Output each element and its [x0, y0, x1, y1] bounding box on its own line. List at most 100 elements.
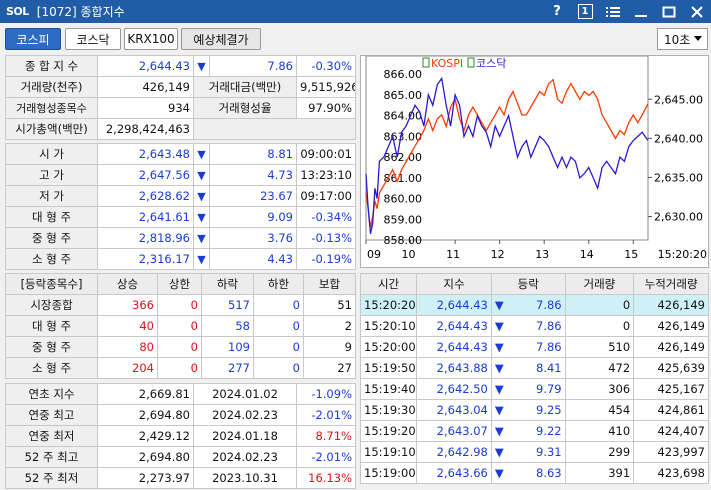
close-icon[interactable] — [683, 0, 711, 23]
table-row: 거래량(천주) 426,149 거래대금(백만) 9,515,926 — [5, 76, 356, 98]
breadth-downlimit: 0 — [253, 315, 304, 337]
yearly-rate: -1.09% — [296, 383, 356, 405]
yearly-label: 연중 최저 — [5, 425, 98, 447]
yearly-rate: 16.13% — [296, 467, 356, 489]
tick-cumulative: 425,167 — [633, 378, 709, 400]
table-row: 연중 최고 2,694.80 2024.02.23 -2.01% — [5, 404, 356, 426]
x-tick-label: 09 — [367, 248, 381, 261]
volume-value: 426,149 — [97, 76, 194, 98]
tick-change-cell: ▼ 9.25 — [490, 399, 566, 421]
price-label: 대 형 주 — [5, 206, 98, 228]
table-row: 중 형 주 2,818.96 ▼ 3.76 -0.13% — [5, 227, 356, 249]
breadth-downlimit: 0 — [253, 294, 304, 316]
table-row: 대 형 주 2,641.61 ▼ 9.09 -0.34% — [5, 206, 356, 228]
price-value: 2,647.56 — [97, 164, 194, 186]
yearly-label: 52 주 최고 — [5, 446, 98, 468]
minimize-icon[interactable] — [627, 0, 655, 23]
tick-change-cell: ▼ 7.86 — [490, 294, 566, 316]
left-tick-label: 863.00 — [384, 130, 423, 143]
table-row[interactable]: 15:19:50 2,643.88 ▼ 8.41 472 425,639 — [359, 357, 709, 379]
tick-change: 7.86 — [536, 298, 562, 312]
breadth-uplimit: 0 — [157, 357, 202, 379]
right-tick-label: 2,640.00 — [654, 132, 703, 145]
right-tick-label: 2,630.00 — [654, 211, 703, 224]
tick-change: 9.31 — [536, 445, 562, 459]
table-row: 중 형 주 80 0 109 0 9 — [5, 336, 356, 358]
table-row[interactable]: 15:20:00 2,644.43 ▼ 7.86 510 426,149 — [359, 336, 709, 358]
table-row[interactable]: 15:20:20 2,644.43 ▼ 7.86 0 426,149 — [359, 294, 709, 316]
tick-time: 15:20:00 — [359, 336, 418, 358]
price-label: 시 가 — [5, 143, 98, 165]
x-tick-label: 13 — [535, 248, 549, 261]
breadth-header: 상한 — [157, 273, 202, 295]
table-row[interactable]: 15:19:20 2,643.07 ▼ 9.22 410 424,407 — [359, 420, 709, 442]
tab-kospi[interactable]: 코스피 — [5, 28, 61, 50]
breadth-flat: 9 — [303, 336, 356, 358]
down-arrow-icon: ▼ — [193, 206, 210, 228]
trade-ratio-value: 97.90% — [296, 97, 356, 119]
tick-time: 15:19:10 — [359, 441, 418, 463]
trade-amount-value: 9,515,926 — [296, 76, 356, 98]
table-row[interactable]: 15:19:00 2,643.66 ▼ 8.63 391 423,698 — [359, 462, 709, 484]
x-tick-label: 10 — [402, 248, 416, 261]
yearly-value: 2,273.97 — [97, 467, 194, 489]
table-row: 소 형 주 204 0 277 0 27 — [5, 357, 356, 379]
intraday-chart: 866.00 865.00 864.00 863.00 862.00 861.00 860.… — [360, 55, 709, 268]
tick-cumulative: 423,997 — [633, 441, 709, 463]
yearly-date: 2024.01.18 — [193, 425, 297, 447]
price-extra: 09:17:00 — [296, 185, 356, 207]
tab-kosdaq[interactable]: 코스닥 — [65, 28, 121, 50]
table-row[interactable]: 15:19:30 2,643.04 ▼ 9.25 454 424,861 — [359, 399, 709, 421]
breadth-down: 58 — [201, 315, 254, 337]
legend-kosdaq-icon — [467, 57, 475, 68]
yearly-date: 2024.02.23 — [193, 446, 297, 468]
maximize-icon[interactable] — [655, 0, 683, 23]
screen-number-icon[interactable]: 1 — [571, 0, 599, 23]
tick-change-cell: ▼ 8.63 — [490, 462, 566, 484]
table-row: 연중 최저 2,429.12 2024.01.18 8.71% — [5, 425, 356, 447]
tick-change: 9.22 — [536, 424, 562, 438]
table-row: 시 가 2,643.48 ▼ 8.81 09:00:01 — [5, 143, 356, 165]
table-row: 종 합 지 수 2,644.43 ▼ 7.86 -0.30% — [5, 55, 356, 77]
price-change: 8.81 — [209, 143, 297, 165]
tick-time: 15:19:50 — [359, 357, 418, 379]
down-arrow-icon: ▼ — [494, 466, 504, 480]
x-tick-label: 15:20:20 — [658, 248, 707, 261]
breadth-downlimit: 0 — [253, 336, 304, 358]
tick-index: 2,642.50 — [416, 378, 492, 400]
price-label: 고 가 — [5, 164, 98, 186]
breadth-up: 366 — [97, 294, 158, 316]
tab-expected-price[interactable]: 예상체결가 — [181, 28, 261, 50]
empty-cell — [193, 118, 356, 140]
tick-cumulative: 424,407 — [633, 420, 709, 442]
tick-cumulative: 426,149 — [633, 336, 709, 358]
price-value: 2,316.17 — [97, 248, 194, 270]
interval-select[interactable]: 10초 — [657, 28, 708, 50]
tick-change: 7.86 — [536, 340, 562, 354]
table-row: 시장종합 366 0 517 0 51 — [5, 294, 356, 316]
table-row[interactable]: 15:19:10 2,642.98 ▼ 9.31 299 423,997 — [359, 441, 709, 463]
down-arrow-icon: ▼ — [193, 185, 210, 207]
help-icon[interactable]: ? — [543, 0, 571, 23]
menu-icon[interactable] — [599, 0, 627, 23]
tab-krx100[interactable]: KRX100 — [124, 28, 178, 50]
down-arrow-icon: ▼ — [193, 164, 210, 186]
tick-change: 8.41 — [536, 361, 562, 375]
app-logo: SOL — [6, 5, 29, 18]
tick-time: 15:19:40 — [359, 378, 418, 400]
market-cap-label: 시가총액(백만) — [5, 118, 98, 140]
tick-index: 2,643.04 — [416, 399, 492, 421]
yearly-date: 2023.10.31 — [193, 467, 297, 489]
table-row: 연초 지수 2,669.81 2024.01.02 -1.09% — [5, 383, 356, 405]
table-row[interactable]: 15:19:40 2,642.50 ▼ 9.79 306 425,167 — [359, 378, 709, 400]
table-row[interactable]: 15:20:10 2,644.43 ▼ 7.86 0 426,149 — [359, 315, 709, 337]
tick-time: 15:19:20 — [359, 420, 418, 442]
price-extra: 09:00:01 — [296, 143, 356, 165]
price-label: 중 형 주 — [5, 227, 98, 249]
tick-volume: 510 — [564, 336, 635, 358]
price-value: 2,628.62 — [97, 185, 194, 207]
yearly-rate: -2.01% — [296, 446, 356, 468]
breadth-downlimit: 0 — [253, 357, 304, 379]
chevron-down-icon — [694, 36, 702, 41]
tick-change-cell: ▼ 7.86 — [490, 336, 566, 358]
